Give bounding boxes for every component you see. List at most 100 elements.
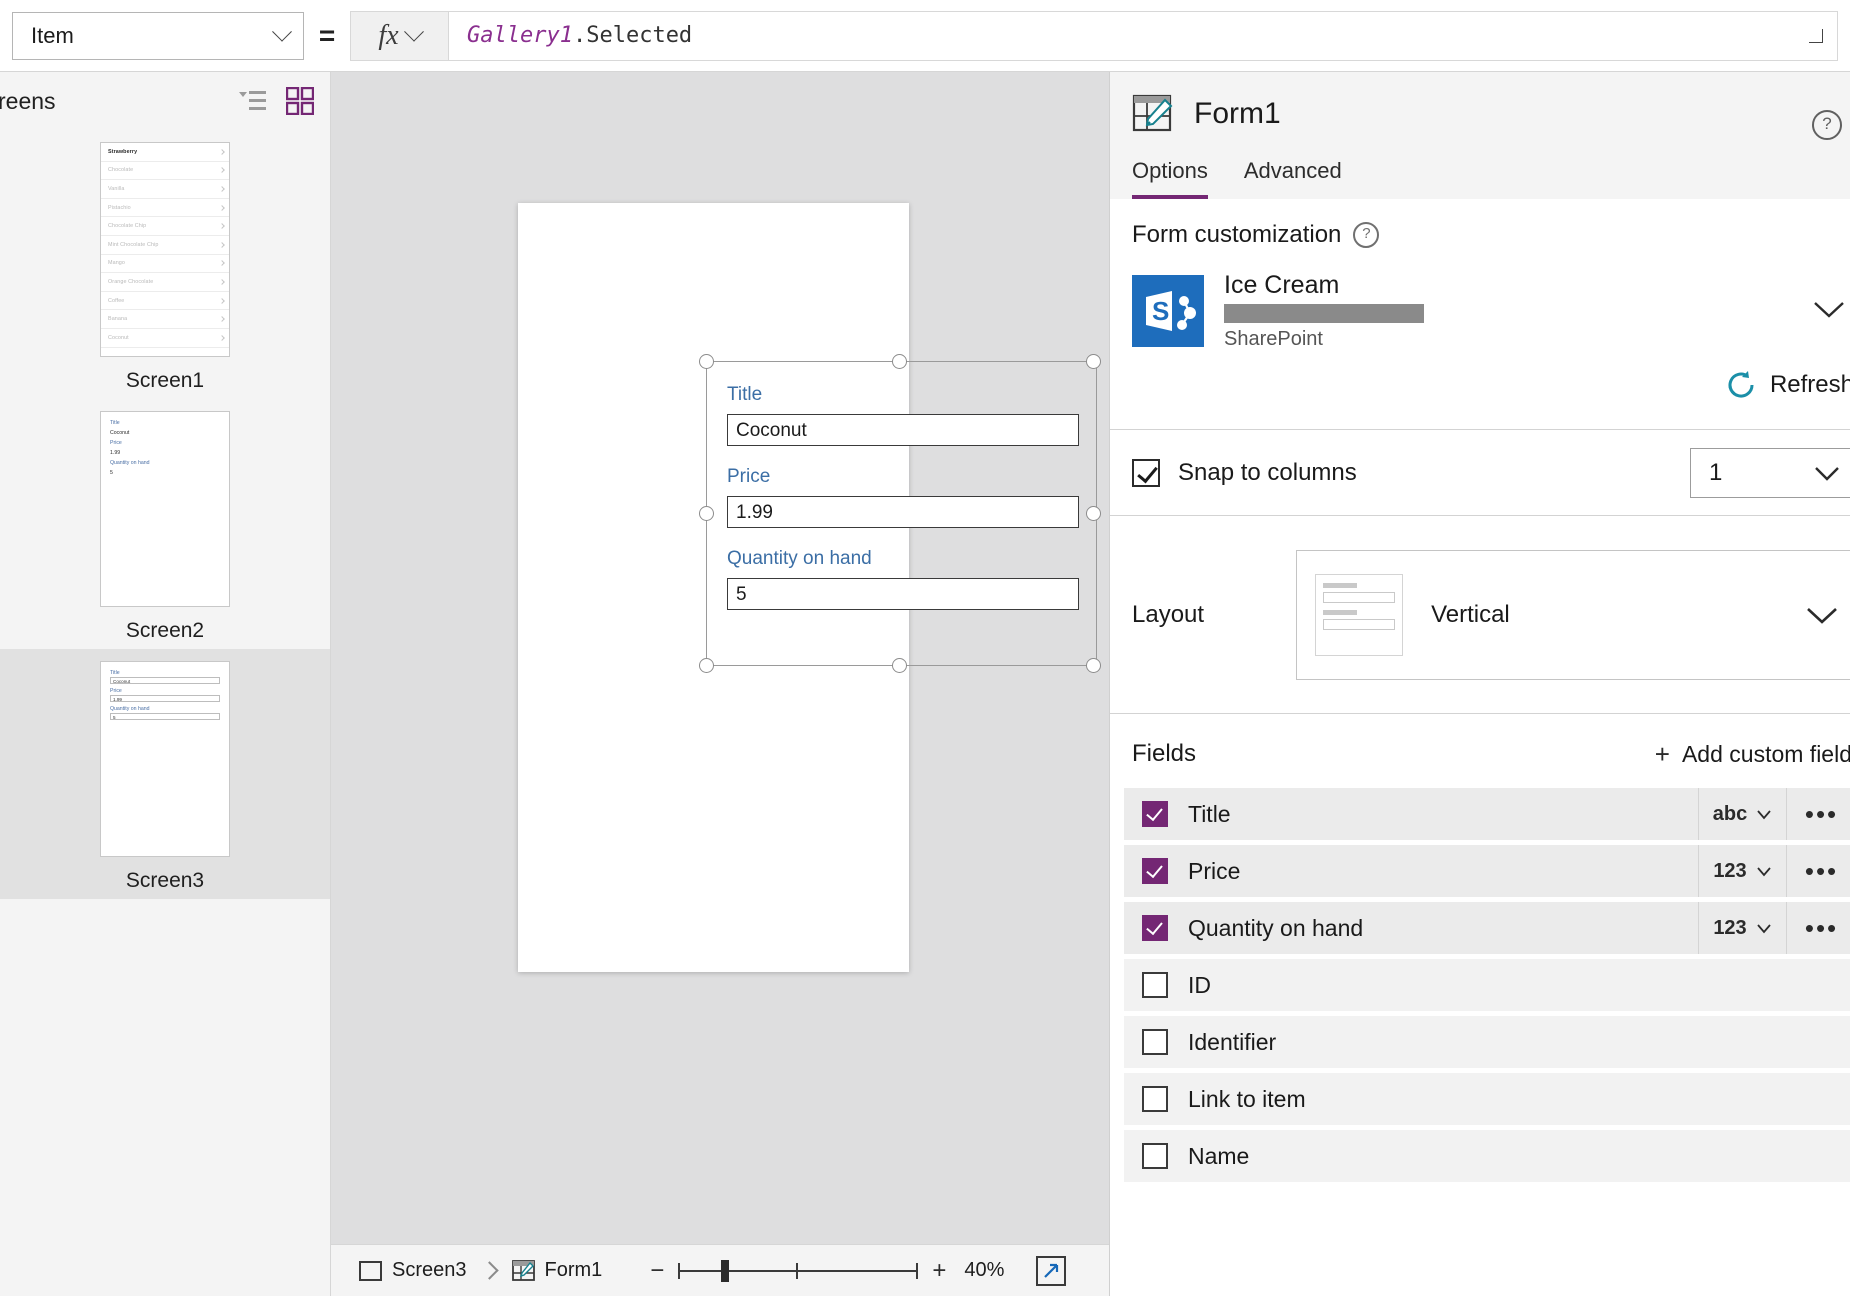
datasource-name: Ice Cream [1224, 271, 1340, 299]
columns-count-value: 1 [1709, 458, 1723, 486]
form-field-input[interactable]: Coconut [727, 414, 1079, 446]
snap-to-columns-label: Snap to columns [1178, 458, 1357, 486]
form-field-value: Coconut [110, 430, 130, 436]
form-field-label: Quantity on hand [110, 706, 150, 712]
screen-thumbnail-screen3[interactable]: Title Coconut Price 1.99 Quantity on han… [0, 649, 330, 899]
form-field-label: Quantity on hand [727, 548, 872, 569]
tree-view-icon[interactable] [239, 89, 266, 113]
field-checkbox[interactable] [1142, 972, 1168, 998]
field-row-id[interactable]: ID [1124, 959, 1850, 1011]
property-dropdown[interactable]: Item [12, 11, 304, 60]
form-field-label: Price [110, 688, 122, 694]
fx-dropdown-button[interactable]: fx [350, 10, 448, 61]
resize-handle-top-left[interactable] [699, 354, 714, 369]
refresh-button[interactable]: Refresh [1110, 351, 1850, 401]
chevron-right-icon [219, 241, 225, 248]
screen-canvas[interactable]: Title Coconut Price 1.99 Quantity on han… [518, 203, 1101, 972]
help-icon[interactable]: ? [1353, 222, 1380, 248]
chevron-right-icon [219, 260, 225, 267]
field-row-title[interactable]: Title abc ••• [1124, 788, 1850, 840]
tab-advanced[interactable]: Advanced [1244, 158, 1342, 199]
form-field-value: 5 [110, 470, 113, 476]
form-field-quantity: Quantity on hand 5 [727, 548, 1079, 610]
form-field-input[interactable]: 5 [727, 578, 1079, 610]
gallery-item-label: Pistachio [108, 204, 131, 211]
chevron-right-icon [219, 167, 225, 174]
chevron-right-icon [219, 204, 225, 211]
columns-count-dropdown[interactable]: 1 [1690, 447, 1850, 498]
gallery-item-label: Chocolate [108, 167, 134, 174]
form-field-input[interactable]: 1.99 [727, 496, 1079, 528]
fit-to-screen-icon[interactable] [1036, 1255, 1067, 1286]
gallery-item-label: Chocolate Chip [108, 223, 147, 230]
resize-handle-middle-right[interactable] [1086, 506, 1101, 521]
screen-thumbnail-screen2[interactable]: Title Coconut Price 1.99 Quantity on han… [0, 399, 330, 649]
field-checkbox[interactable] [1142, 1086, 1168, 1112]
breadcrumb-item-form1[interactable]: Form1 [511, 1259, 603, 1282]
sidebar-view-toggle-group [239, 87, 314, 115]
canvas-scroll-region: Title Coconut Price 1.99 Quantity on han… [331, 72, 1109, 1244]
snap-to-columns-checkbox[interactable] [1132, 458, 1160, 487]
resize-handle-bottom-left[interactable] [699, 658, 714, 673]
chevron-right-icon [219, 279, 225, 285]
chevron-down-icon [1757, 866, 1771, 876]
property-dropdown-value: Item [31, 22, 74, 48]
help-icon[interactable]: ? [1812, 110, 1842, 140]
form-customization-section: Form customization ? S Ice Cream SharePo… [1110, 199, 1850, 430]
field-more-button[interactable]: ••• [1786, 788, 1850, 840]
sidebar-title: reens [0, 87, 56, 114]
gallery-item-label: Vanilla [108, 185, 125, 192]
resize-handle-top-right[interactable] [1086, 354, 1101, 369]
layout-dropdown[interactable]: Vertical [1296, 549, 1850, 680]
field-checkbox[interactable] [1142, 801, 1168, 827]
resize-handle-bottom-right[interactable] [1086, 658, 1101, 673]
equals-sign: = [318, 19, 336, 51]
field-type-dropdown[interactable]: 123 [1698, 845, 1786, 897]
panel-header: Form1 ? Options Advanced [1110, 72, 1850, 199]
field-checkbox[interactable] [1142, 1029, 1168, 1055]
gallery-item-label: Coffee [108, 297, 125, 304]
formula-input[interactable]: Gallery1.Selected [448, 10, 1838, 61]
form-field-label: Title [110, 420, 120, 426]
form-field-input: Coconut [110, 677, 220, 684]
tab-options[interactable]: Options [1132, 158, 1208, 199]
breadcrumb-label: Screen3 [392, 1259, 467, 1281]
add-custom-field-button[interactable]: + Add custom field [1655, 741, 1850, 768]
datasource-row[interactable]: S Ice Cream SharePoint [1110, 249, 1850, 351]
field-checkbox[interactable] [1142, 915, 1168, 941]
field-more-button[interactable]: ••• [1786, 902, 1850, 954]
form-field-label: Title [727, 384, 763, 405]
gallery-item: Chocolate [101, 162, 229, 181]
add-custom-field-label: Add custom field [1681, 740, 1850, 767]
zoom-slider[interactable] [678, 1259, 919, 1282]
field-checkbox[interactable] [1142, 1143, 1168, 1169]
field-row-price[interactable]: Price 123 ••• [1124, 845, 1850, 897]
zoom-out-button[interactable]: − [650, 1258, 664, 1283]
resize-handle-bottom-center[interactable] [892, 658, 907, 673]
chevron-right-icon [219, 148, 225, 155]
datasource-chevron-down-icon[interactable] [1812, 298, 1850, 325]
formula-dot-token: . [572, 23, 587, 48]
gallery-item: Pistachio [101, 199, 229, 218]
grid-view-icon[interactable] [286, 87, 314, 115]
resize-handle-middle-left[interactable] [699, 506, 714, 521]
field-type-label: 123 [1713, 859, 1747, 882]
breadcrumb-label: Form1 [544, 1259, 603, 1281]
breadcrumb-item-screen3[interactable]: Screen3 [359, 1259, 467, 1282]
field-row-name[interactable]: Name [1124, 1130, 1850, 1182]
field-checkbox[interactable] [1142, 858, 1168, 884]
field-row-identifier[interactable]: Identifier [1124, 1016, 1850, 1068]
resize-handle-top-center[interactable] [892, 354, 907, 369]
formula-expand-chevron-icon[interactable] [1809, 28, 1823, 43]
gallery-item: Orange Chocolate [101, 273, 229, 292]
field-row-link-to-item[interactable]: Link to item [1124, 1073, 1850, 1125]
field-type-dropdown[interactable]: abc [1698, 788, 1786, 840]
field-row-quantity-on-hand[interactable]: Quantity on hand 123 ••• [1124, 902, 1850, 954]
zoom-in-button[interactable]: + [932, 1258, 946, 1283]
screen-thumbnail-screen1[interactable]: Strawberry Chocolate Vanilla Pistachio C… [0, 130, 330, 399]
zoom-slider-thumb[interactable] [721, 1259, 730, 1282]
field-more-button[interactable]: ••• [1786, 845, 1850, 897]
gallery-item: Coffee [101, 292, 229, 311]
field-type-dropdown[interactable]: 123 [1698, 902, 1786, 954]
form-control[interactable]: Title Coconut Price 1.99 Quantity on han… [706, 361, 1097, 666]
